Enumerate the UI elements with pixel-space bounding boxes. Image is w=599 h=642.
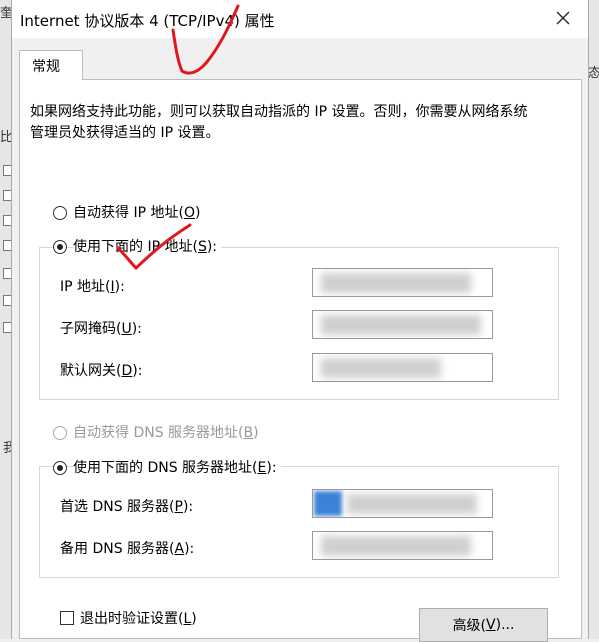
title-bar[interactable]: Internet 协议版本 4 (TCP/IPv4) 属性	[12, 0, 588, 38]
background-window-right	[588, 0, 599, 639]
validate-on-exit-label[interactable]: 退出时验证设置(L)	[80, 608, 197, 628]
subnet-mask-label: 子网掩码(U):	[60, 321, 142, 337]
validate-on-exit-checkbox[interactable]	[60, 611, 74, 625]
subnet-mask-input[interactable]	[312, 310, 493, 339]
window-title: Internet 协议版本 4 (TCP/IPv4) 属性	[20, 12, 275, 30]
alternate-dns-input[interactable]	[312, 531, 493, 560]
default-gateway-input[interactable]	[312, 353, 493, 382]
ip-address-input[interactable]	[312, 268, 493, 297]
use-following-dns-radio[interactable]	[53, 461, 67, 475]
background-text: 态	[588, 66, 599, 81]
close-button[interactable]	[552, 7, 574, 29]
use-following-dns-label[interactable]: 使用下面的 DNS 服务器地址(E):	[73, 457, 281, 477]
preferred-dns-input[interactable]	[312, 489, 493, 518]
default-gateway-label: 默认网关(D):	[60, 363, 143, 379]
tab-label: 常规	[32, 59, 60, 75]
obtain-dns-auto-label[interactable]: 自动获得 DNS 服务器地址(B)	[73, 422, 259, 442]
obtain-dns-auto-radio[interactable]	[53, 426, 67, 440]
obtain-ip-auto-radio[interactable]	[53, 206, 67, 220]
description-text: 如果网络支持此功能，则可以获取自动指派的 IP 设置。否则，你需要从网络系统管理…	[30, 104, 528, 141]
use-following-ip-label[interactable]: 使用下面的 IP 地址(S):	[73, 236, 222, 256]
preferred-dns-label: 首选 DNS 服务器(P):	[60, 499, 194, 515]
ip-address-label: IP 地址(I):	[60, 279, 125, 295]
tab-general[interactable]: 常规	[19, 50, 83, 80]
obtain-ip-auto-label[interactable]: 自动获得 IP 地址(O)	[73, 202, 200, 222]
advanced-button[interactable]: 高级(V)...	[419, 608, 548, 642]
use-following-ip-radio[interactable]	[53, 240, 67, 254]
alternate-dns-label: 备用 DNS 服务器(A):	[60, 541, 195, 557]
dns-address-group	[39, 466, 559, 578]
close-icon	[556, 11, 570, 25]
